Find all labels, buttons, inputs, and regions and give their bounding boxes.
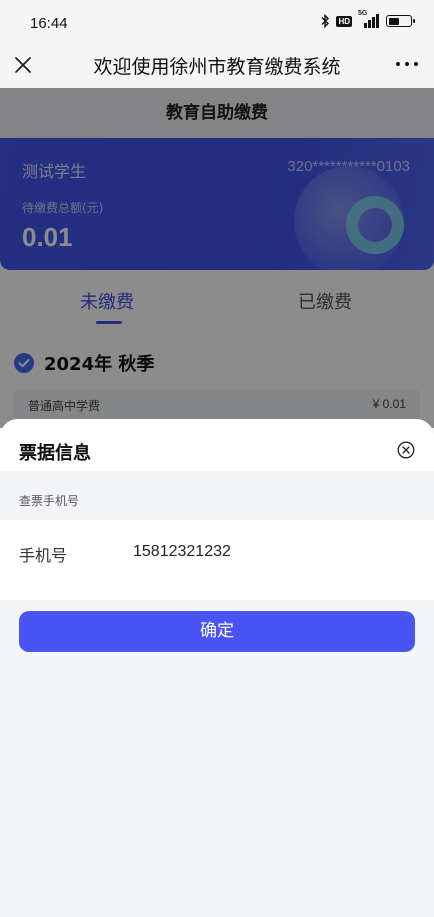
more-icon[interactable] [396,54,418,74]
status-time: 16:44 [30,15,68,32]
sheet-title: 票据信息 [19,443,91,464]
phone-field[interactable]: 15812321232 [133,543,231,561]
network-type: 5G [358,10,368,17]
nav-title: 欢迎使用徐州市教育缴费系统 [93,56,341,78]
confirm-button[interactable]: 确定 [19,611,415,652]
battery-icon [386,15,415,27]
status-icons: HD 5G [320,10,415,28]
sheet-header: 票据信息 [0,419,434,471]
status-bar: 16:44 HD 5G [0,0,434,46]
section-label: 查票手机号 [19,494,80,508]
receipt-sheet: 票据信息 查票手机号 手机号 15812321232 确定 [0,419,434,917]
signal-icon: 5G [358,10,380,28]
nav-bar: 欢迎使用徐州市教育缴费系统 [0,46,434,88]
close-icon[interactable] [12,54,34,76]
close-circle-icon[interactable] [397,441,415,459]
hd-badge: HD [336,15,352,27]
modal-backdrop[interactable] [0,88,434,428]
phone-row: 手机号 15812321232 [0,520,434,600]
phone-label: 手机号 [19,546,68,565]
bluetooth-icon [321,14,330,28]
